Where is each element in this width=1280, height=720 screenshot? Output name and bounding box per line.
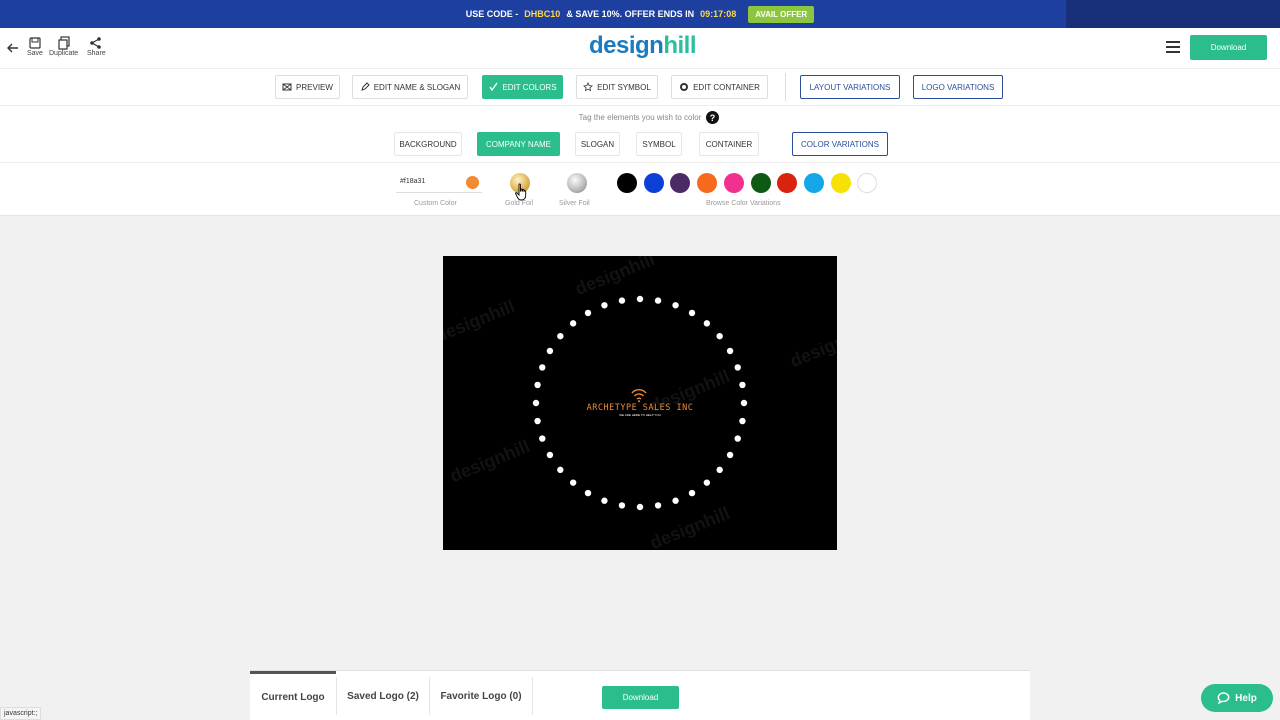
top-header: Save Duplicate Share designhill Download [0,28,1280,68]
tab-saved-logo[interactable]: Saved Logo (2) [337,671,429,720]
custom-color-label: Custom Color [414,200,457,207]
promo-banner: USE CODE - DHBC10 & SAVE 10%. OFFER ENDS… [0,0,1280,28]
download-button[interactable]: Download [1190,35,1267,60]
chat-bubble-icon [1217,692,1230,704]
element-background[interactable]: BACKGROUND [394,132,462,156]
color-swatch[interactable] [777,173,798,193]
slogan-text[interactable]: WE ARE HERE TO HELP YOU [443,413,837,417]
element-selector: Tag the elements you wish to color ? BAC… [0,106,1280,162]
promo-middle: & SAVE 10%. OFFER ENDS IN [566,9,695,19]
element-company-name[interactable]: COMPANY NAME [477,132,560,156]
hamburger-menu-icon[interactable] [1166,41,1180,53]
layout-variations-button[interactable]: LAYOUT VARIATIONS [800,75,900,99]
tab-preview-label: PREVIEW [296,82,333,92]
custom-color-preview[interactable] [466,176,479,189]
container-icon [680,83,689,91]
color-swatch[interactable] [697,173,718,193]
help-button[interactable]: Help [1201,684,1273,712]
browse-color-variations-label: Browse Color Variations [706,200,781,207]
save-label: Save [27,50,43,57]
check-icon [489,82,498,92]
color-variations-button[interactable]: COLOR VARIATIONS [792,132,888,156]
tab-edit-name-label: EDIT NAME & SLOGAN [373,82,461,92]
duplicate-icon [57,36,70,50]
avail-offer-button[interactable]: AVAIL OFFER [748,5,815,23]
color-swatch[interactable] [750,173,771,193]
logo-part-hill: hill [663,32,697,59]
tab-edit-container-label: EDIT CONTAINER [693,82,760,92]
tab-edit-colors-label: EDIT COLORS [502,82,557,92]
duplicate-label: Duplicate [49,50,79,57]
logo-variations-button[interactable]: LOGO VARIATIONS [913,75,1003,99]
save-icon [29,37,41,49]
tab-edit-colors[interactable]: EDIT COLORS [482,75,563,99]
color-swatch[interactable] [670,173,691,193]
bottom-download-button[interactable]: Download [602,686,679,709]
color-swatch[interactable] [803,173,824,193]
tab-edit-symbol-label: EDIT SYMBOL [597,82,651,92]
promo-prefix: USE CODE - [465,9,519,19]
color-swatch[interactable] [857,173,878,193]
share-icon [90,37,102,49]
arrow-left-icon [7,43,18,53]
silver-foil-label: Silver Foil [559,200,590,207]
promo-edge [1066,0,1280,28]
element-hint: Tag the elements you wish to color [578,113,702,122]
share-button[interactable]: Share [87,36,106,57]
bottom-bar: Current Logo Saved Logo (2) Favorite Log… [250,670,1030,720]
toolbar-divider [785,73,786,101]
element-slogan[interactable]: SLOGAN [575,132,620,156]
silver-foil-swatch[interactable] [567,173,587,193]
color-swatch[interactable] [643,173,664,193]
share-label: Share [87,50,106,57]
element-symbol[interactable]: SYMBOL [636,132,682,156]
tab-edit-container[interactable]: EDIT CONTAINER [671,75,768,99]
tab-divider [532,677,533,715]
tab-edit-name-slogan[interactable]: EDIT NAME & SLOGAN [352,75,468,99]
color-swatch[interactable] [723,173,744,193]
preview-icon [282,83,292,91]
color-swatch[interactable] [617,173,637,193]
designhill-logo[interactable]: designhill [589,32,697,60]
tab-current-logo[interactable]: Current Logo [250,671,336,720]
tab-preview[interactable]: PREVIEW [275,75,340,99]
back-button[interactable] [6,41,20,55]
company-name-text[interactable]: ARCHETYPE SALES INC [443,403,837,413]
duplicate-button[interactable]: Duplicate [49,36,78,57]
status-bar-url: javascript:; [0,707,42,720]
tab-edit-symbol[interactable]: EDIT SYMBOL [576,75,658,99]
promo-timer: 09:17:08 [700,9,737,19]
save-button[interactable]: Save [27,36,43,57]
hand-cursor-icon [515,183,527,201]
tab-favorite-logo[interactable]: Favorite Logo (0) [430,671,532,720]
logo-canvas[interactable]: designhill designhill designhill designh… [443,256,837,550]
star-icon [583,82,594,92]
help-label: Help [1235,692,1257,704]
pencil-icon [360,82,370,91]
gold-foil-label: Gold Foil [505,200,534,207]
help-question-icon[interactable]: ? [706,111,719,124]
editor-toolbar: PREVIEW EDIT NAME & SLOGAN EDIT COLORS E… [0,68,1280,106]
element-container[interactable]: CONTAINER [699,132,759,156]
color-picker-row: #f18a31 Custom Color Gold Foil Silver Fo… [0,162,1280,216]
logo-part-design: design [589,32,664,59]
promo-code: DHBC10 [524,9,561,19]
color-swatch[interactable] [830,173,851,193]
